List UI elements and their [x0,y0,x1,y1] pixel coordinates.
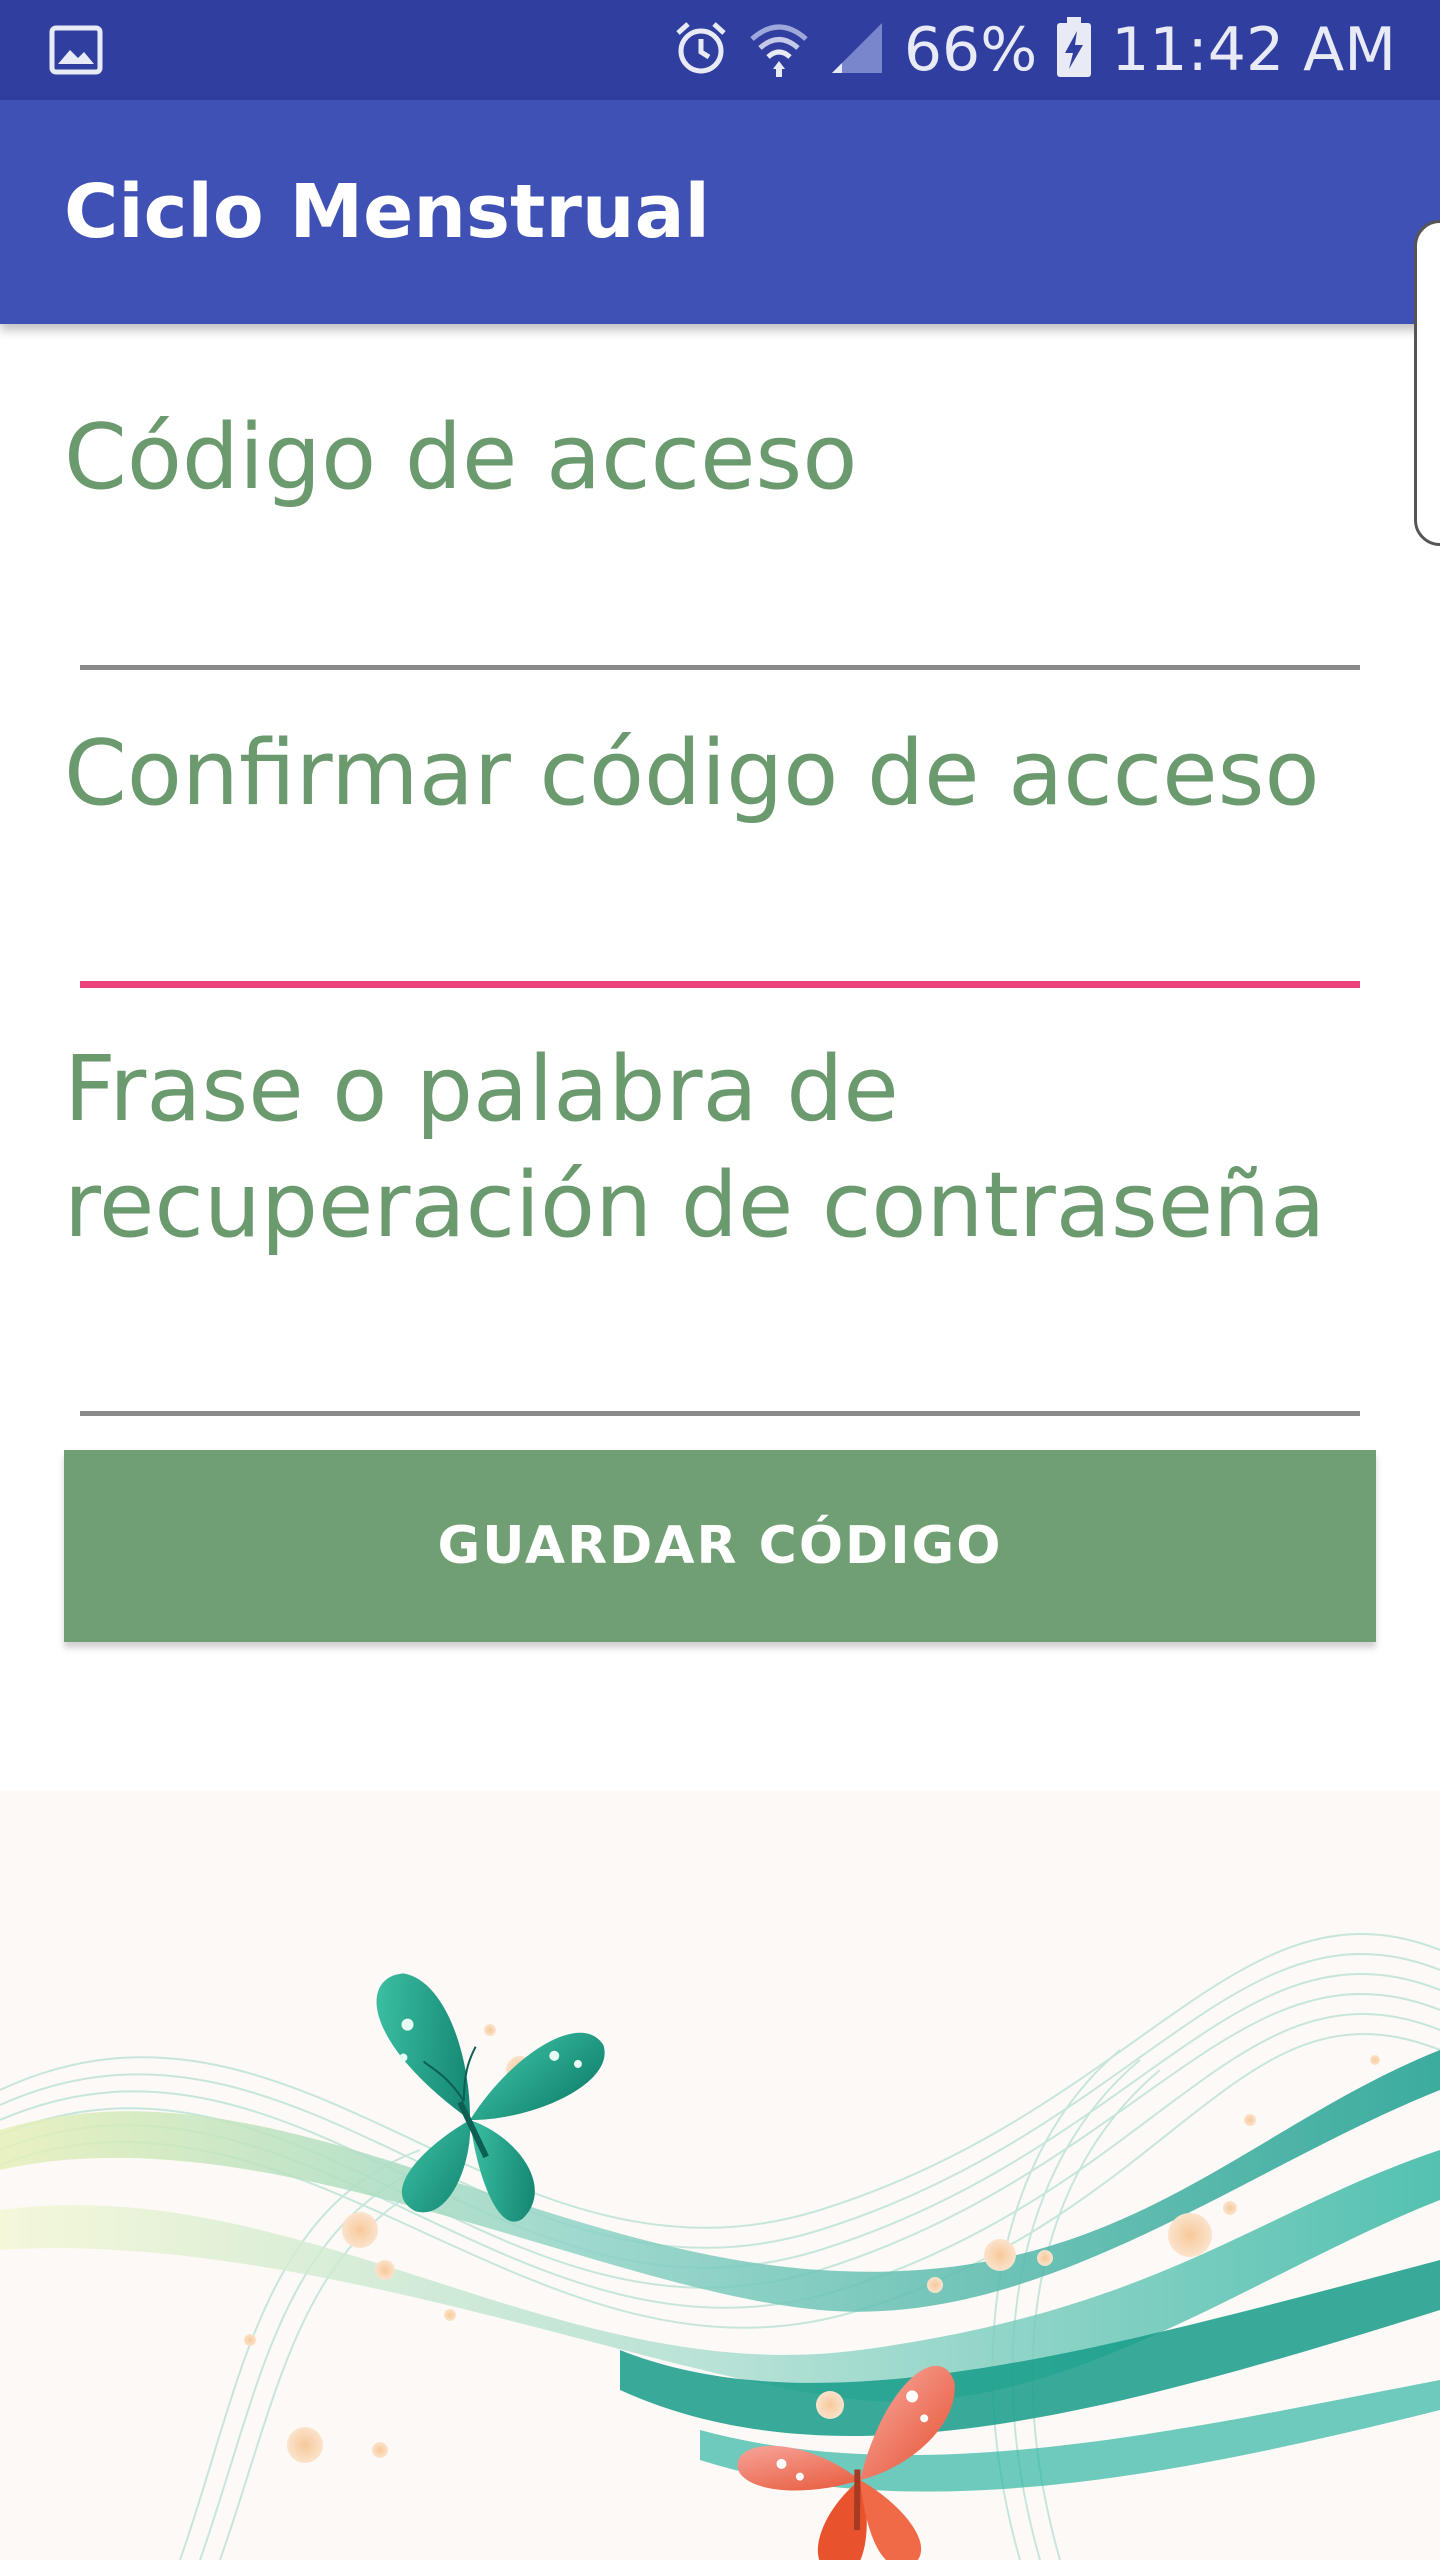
confirm-code-label: Confirmar código de acceso [64,721,1320,826]
app-bar: Ciclo Menstrual [0,100,1440,324]
clock: 11:42 AM [1111,15,1396,85]
recovery-phrase-input[interactable] [64,1280,1378,1402]
alarm-icon [672,19,730,81]
battery-percent: 66% [903,15,1038,85]
confirm-code-underline [80,981,1360,988]
save-code-button[interactable]: GUARDAR CÓDIGO [64,1450,1376,1642]
access-code-underline [80,665,1360,670]
recovery-phrase-label-line2: recuperación de contraseña [64,1153,1326,1258]
access-code-input[interactable] [64,540,1378,662]
status-icons: 66% 11:42 AM [672,0,1396,100]
signal-icon [828,19,886,81]
recovery-phrase-underline [80,1411,1360,1416]
confirm-code-input[interactable] [64,855,1378,977]
status-bar: 66% 11:42 AM [0,0,1440,100]
recovery-phrase-label-line1: Frase o palabra de [64,1037,899,1142]
butterfly-illustration [0,1790,1440,2560]
app-title: Ciclo Menstrual [64,169,710,255]
edge-panel-handle[interactable] [1414,220,1440,546]
access-code-label: Código de acceso [64,405,858,510]
wifi-icon [748,19,810,81]
battery-charging-icon [1055,17,1093,83]
gallery-icon [48,22,104,78]
